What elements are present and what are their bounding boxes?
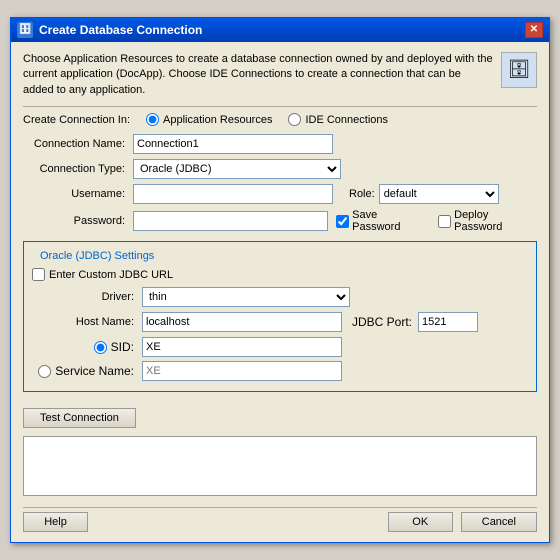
description-text: Choose Application Resources to create a… <box>23 52 493 98</box>
jdbc-port-section: JDBC Port: <box>352 312 478 332</box>
service-name-label: Service Name: <box>55 364 134 378</box>
password-input[interactable] <box>133 211 328 231</box>
username-input[interactable] <box>133 184 333 204</box>
driver-row: Driver: thin oci <box>32 287 528 307</box>
close-button[interactable]: ✕ <box>525 22 543 38</box>
help-button[interactable]: Help <box>23 512 88 532</box>
password-label: Password: <box>23 215 133 227</box>
sid-row: SID: <box>32 337 528 357</box>
custom-url-label: Enter Custom JDBC URL <box>49 269 173 281</box>
connection-name-label: Connection Name: <box>23 138 133 150</box>
role-section: Role: default SYSDBA SYSOPER <box>349 184 499 204</box>
app-resources-option[interactable]: Application Resources <box>146 113 272 126</box>
cancel-button[interactable]: Cancel <box>461 512 537 532</box>
jdbc-port-input[interactable] <box>418 312 478 332</box>
hostname-input[interactable] <box>142 312 342 332</box>
description-area: Choose Application Resources to create a… <box>23 52 537 98</box>
ide-connections-option[interactable]: IDE Connections <box>288 113 388 126</box>
ide-connections-radio[interactable] <box>288 113 301 126</box>
sid-radio[interactable] <box>94 341 107 354</box>
main-window: 🗄 Create Database Connection ✕ Choose Ap… <box>10 17 550 543</box>
connection-name-input[interactable] <box>133 134 333 154</box>
database-icon: 🗄 <box>501 52 537 88</box>
deploy-password-option[interactable]: Deploy Password <box>438 209 537 233</box>
sid-option[interactable]: SID: <box>32 340 142 354</box>
sid-input[interactable] <box>142 337 342 357</box>
save-password-option[interactable]: Save Password <box>336 209 426 233</box>
service-name-option[interactable]: Service Name: <box>32 364 142 378</box>
sid-label: SID: <box>111 340 134 354</box>
deploy-password-label: Deploy Password <box>454 209 537 233</box>
window-title: Create Database Connection <box>39 23 202 37</box>
titlebar: 🗄 Create Database Connection ✕ <box>11 18 549 42</box>
username-row: Username: Role: default SYSDBA SYSOPER <box>23 184 537 204</box>
window-icon: 🗄 <box>17 22 33 38</box>
service-name-row: Service Name: <box>32 361 528 381</box>
hostname-label: Host Name: <box>32 316 142 328</box>
create-connection-in-row: Create Connection In: Application Resour… <box>23 113 537 126</box>
app-resources-label: Application Resources <box>163 114 272 126</box>
save-password-checkbox[interactable] <box>336 215 349 228</box>
ok-button[interactable]: OK <box>388 512 453 532</box>
hostname-row: Host Name: JDBC Port: <box>32 312 528 332</box>
ok-cancel-group: OK Cancel <box>388 512 537 532</box>
save-password-label: Save Password <box>352 209 426 233</box>
service-name-input[interactable] <box>142 361 342 381</box>
connection-type-select[interactable]: Oracle (JDBC) MySQL PostgreSQL SQLite <box>133 159 341 179</box>
deploy-password-checkbox[interactable] <box>438 215 451 228</box>
ide-connections-label: IDE Connections <box>305 114 388 126</box>
username-label: Username: <box>23 188 133 200</box>
service-name-radio[interactable] <box>38 365 51 378</box>
bottom-bar: Help OK Cancel <box>23 507 537 534</box>
custom-url-option[interactable]: Enter Custom JDBC URL <box>32 268 173 281</box>
connection-type-label: Connection Type: <box>23 163 133 175</box>
log-output[interactable] <box>23 436 537 496</box>
dialog-content: Choose Application Resources to create a… <box>11 42 549 542</box>
oracle-settings-title: Oracle (JDBC) Settings <box>36 250 158 262</box>
driver-select[interactable]: thin oci <box>142 287 350 307</box>
test-connection-section: Test Connection <box>23 400 537 436</box>
test-connection-button[interactable]: Test Connection <box>23 408 136 428</box>
role-label: Role: <box>349 188 375 200</box>
create-connection-label: Create Connection In: <box>23 114 130 126</box>
top-divider <box>23 106 537 107</box>
role-select[interactable]: default SYSDBA SYSOPER <box>379 184 499 204</box>
oracle-settings-group: Oracle (JDBC) Settings Enter Custom JDBC… <box>23 241 537 392</box>
custom-url-checkbox[interactable] <box>32 268 45 281</box>
jdbc-port-label: JDBC Port: <box>352 315 412 329</box>
connection-type-row: Connection Type: Oracle (JDBC) MySQL Pos… <box>23 159 537 179</box>
connection-name-row: Connection Name: <box>23 134 537 154</box>
password-row: Password: Save Password Deploy Password <box>23 209 537 233</box>
driver-label: Driver: <box>32 291 142 303</box>
custom-url-row: Enter Custom JDBC URL <box>32 268 528 281</box>
app-resources-radio[interactable] <box>146 113 159 126</box>
password-options: Save Password Deploy Password <box>336 209 537 233</box>
